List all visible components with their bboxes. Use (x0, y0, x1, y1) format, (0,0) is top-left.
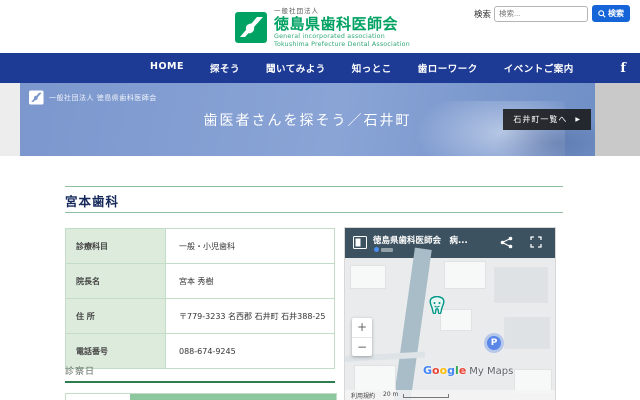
search-icon (598, 9, 606, 18)
hero-band: 一般社団法人 徳島県歯科医師会 歯医者さんを探そう／石井町 石井町一覧へ ▶ (0, 83, 640, 156)
map-badge-dot-icon (374, 247, 379, 252)
page: 一般社団法人 徳島県歯科医師会 General incorporated ass… (0, 0, 640, 400)
nav-item-search[interactable]: 探そう (210, 61, 240, 75)
zoom-in-button[interactable]: + (352, 318, 372, 338)
arrow-right-icon: ▶ (575, 116, 581, 123)
map-footer: 利用規約 20 m (345, 390, 555, 400)
share-icon[interactable] (500, 236, 513, 249)
map-canvas[interactable]: P + − Google My Maps 利用規約 20 m (345, 247, 555, 400)
map-side-panel-icon[interactable] (353, 236, 367, 249)
clinic-info-table: 診療科目 一般・小児歯科 院長名 宮本 秀樹 住 所 〒779-3233 名西郡… (65, 228, 335, 369)
row-value-department: 一般・小児歯科 (165, 228, 335, 264)
row-value-address: 〒779-3233 名西郡 石井町 石井388-25 (165, 298, 335, 334)
row-value-phone: 088-674-9245 (165, 333, 335, 369)
nav-item-events[interactable]: イベントご案内 (504, 61, 574, 75)
nav-item-home[interactable]: HOME (150, 61, 184, 75)
site-logo[interactable]: 一般社団法人 徳島県歯科医師会 General incorporated ass… (235, 8, 410, 48)
google-watermark: Google My Maps (423, 364, 514, 377)
schedule-heading: 診察日 (65, 367, 96, 377)
search-button[interactable]: 検索 (592, 5, 630, 22)
divider-bottom (65, 212, 563, 213)
top-header: 一般社団法人 徳島県歯科医師会 General incorporated ass… (0, 0, 640, 53)
org-name-en-2: Tokushima Prefecture Dental Association (274, 40, 410, 48)
tooth-marker-icon[interactable] (429, 296, 445, 314)
map-subtitle-badge (374, 247, 393, 252)
clinic-name-heading: 宮本歯科 (65, 194, 120, 209)
hero-logo-label: 一般社団法人 徳島県歯科医師会 (49, 93, 157, 102)
fullscreen-icon[interactable] (530, 236, 542, 248)
row-value-director: 宮本 秀樹 (165, 263, 335, 299)
search-input[interactable] (494, 5, 588, 22)
map-road (391, 247, 432, 400)
org-name: 徳島県歯科医師会 (274, 14, 399, 33)
org-type-label: 一般社団法人 (274, 7, 319, 15)
divider-top (65, 186, 563, 187)
nav-item-know[interactable]: 知っとこ (352, 61, 392, 75)
tooth-logo-icon (235, 12, 267, 43)
google-mymaps-embed: 徳島県歯科医師会 病... P + − Google My Maps 利用規約 … (345, 228, 555, 400)
hero-tooth-logo-icon (29, 90, 44, 105)
table-row: 電話番号 088-674-9245 (65, 333, 335, 369)
town-list-button[interactable]: 石井町一覧へ ▶ (503, 109, 591, 130)
map-zoom-control: + − (352, 318, 372, 356)
table-row: 診療科目 一般・小児歯科 (65, 228, 335, 264)
parking-marker[interactable]: P (487, 336, 501, 350)
hero-banner: 一般社団法人 徳島県歯科医師会 歯医者さんを探そう／石井町 石井町一覧へ ▶ (20, 83, 595, 156)
map-header: 徳島県歯科医師会 病... (345, 228, 555, 258)
search-label: 検索 (473, 9, 491, 20)
map-terms-link[interactable]: 利用規約 (351, 391, 375, 400)
search-button-label: 検索 (608, 9, 624, 18)
table-row: 住 所 〒779-3233 名西郡 石井町 石井388-25 (65, 298, 335, 334)
search-area: 検索 検索 (474, 5, 630, 22)
row-label-department: 診療科目 (65, 228, 166, 264)
org-name-en-1: General incorporated association (274, 32, 385, 40)
main-nav: HOME 探そう 聞いてみよう 知っとこ 歯ローワーク イベントご案内 f (0, 53, 640, 83)
nav-item-ask[interactable]: 聞いてみよう (266, 61, 326, 75)
mymaps-watermark: My Maps (469, 366, 514, 377)
town-list-button-label: 石井町一覧へ (513, 115, 568, 124)
table-row: 院長名 宮本 秀樹 (65, 263, 335, 299)
zoom-out-button[interactable]: − (352, 338, 372, 357)
hero-logo: 一般社団法人 徳島県歯科医師会 (28, 90, 157, 105)
nav-item-hellowork[interactable]: 歯ローワーク (418, 61, 478, 75)
map-scale-bar (403, 394, 449, 398)
schedule-table-sliver (65, 393, 337, 400)
row-label-address: 住 所 (65, 298, 166, 334)
schedule-divider (65, 381, 335, 383)
facebook-icon[interactable]: f (620, 53, 626, 83)
map-scale-label: 20 m (383, 391, 399, 398)
map-title[interactable]: 徳島県歯科医師会 病... (373, 234, 468, 246)
row-label-director: 院長名 (65, 263, 166, 299)
